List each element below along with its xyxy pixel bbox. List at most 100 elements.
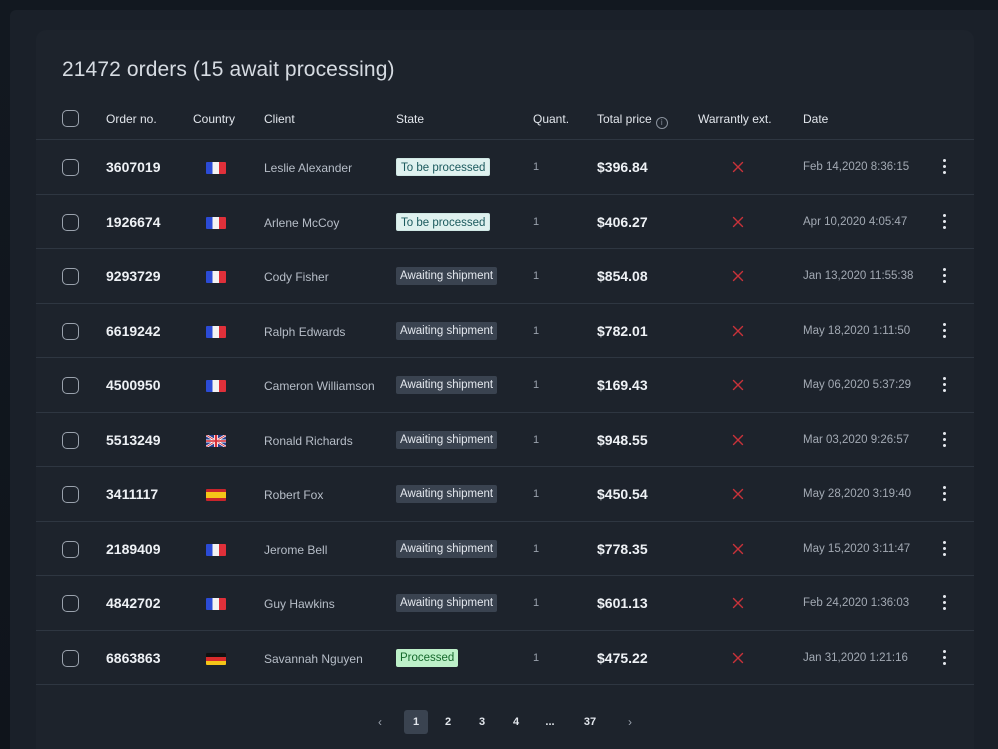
quantity: 1 (533, 324, 540, 337)
row-menu-kebab-icon[interactable] (942, 159, 946, 175)
orders-card: 21472 orders (15 await processing) Order… (36, 30, 974, 749)
x-icon (732, 270, 744, 282)
order-date: Jan 31,2020 1:21:16 (803, 651, 908, 664)
x-icon (732, 488, 744, 500)
row-checkbox[interactable] (62, 431, 79, 449)
row-menu-kebab-icon[interactable] (942, 540, 946, 557)
client-name: Cameron Williamson (264, 379, 375, 393)
row-checkbox[interactable] (62, 595, 79, 612)
pagination-page-4[interactable]: 4 (506, 710, 526, 734)
table-row[interactable]: 3607019 Leslie Alexander To be processed 1 $… (36, 140, 974, 195)
total-price: $406.27 (597, 213, 648, 230)
state-badge: Processed (396, 648, 459, 667)
quantity: 1 (533, 597, 540, 609)
table-row[interactable]: 3411117 Robert Fox Awaiting shipment 1 $450.… (36, 467, 974, 522)
total-price: $948.55 (597, 431, 648, 448)
order-date: May 28,2020 3:19:40 (803, 488, 912, 500)
row-checkbox[interactable] (62, 540, 79, 558)
row-checkbox[interactable] (62, 649, 79, 667)
column-header-warranty[interactable]: Warrantly ext. (698, 112, 772, 126)
select-all-checkbox[interactable] (62, 110, 79, 127)
row-menu-kebab-icon[interactable] (942, 649, 946, 666)
table-row[interactable]: 5513249 Ronald Richards Awaiting shipment 1… (36, 413, 974, 467)
client-name: Guy Hawkins (264, 597, 335, 611)
row-menu-kebab-icon[interactable] (942, 322, 946, 339)
pagination-prev-button[interactable]: ‹ (370, 710, 390, 734)
quantity: 1 (533, 651, 540, 664)
column-header-total-price[interactable]: Total price i (597, 112, 668, 129)
row-menu-kebab-icon[interactable] (942, 268, 946, 284)
order-number: 9293729 (106, 268, 161, 284)
quantity: 1 (533, 379, 540, 391)
table-row[interactable]: 9293729 Cody Fisher Awaiting shipment 1 $854… (36, 249, 974, 304)
row-menu-kebab-icon[interactable] (942, 595, 946, 611)
country-flag-icon (206, 434, 226, 447)
order-date: May 06,2020 5:37:29 (803, 379, 912, 391)
x-icon (732, 161, 744, 173)
quantity: 1 (533, 433, 540, 446)
row-menu-kebab-icon[interactable] (942, 213, 946, 230)
table-row[interactable]: 6863863 Savannah Nguyen Processed 1 $475.22 J… (36, 631, 974, 685)
table-row[interactable]: 2189409 Jerome Bell Awaiting shipment 1 $778… (36, 522, 974, 576)
pagination-page-37[interactable]: 37 (580, 710, 600, 734)
order-date: May 15,2020 3:11:47 (803, 542, 911, 555)
column-header-state[interactable]: State (396, 112, 424, 126)
state-badge: Awaiting shipment (396, 430, 498, 449)
order-number: 3411117 (106, 486, 159, 502)
pagination-page-2[interactable]: 2 (438, 710, 458, 734)
pagination-page-1[interactable]: 1 (404, 710, 428, 734)
state-badge: Awaiting shipment (396, 594, 498, 612)
order-date: Jan 13,2020 11:55:38 (803, 270, 914, 282)
total-price: $601.13 (597, 595, 648, 611)
table-row[interactable]: 4500950 Cameron Williamson Awaiting shipme… (36, 358, 974, 413)
order-number: 4842702 (106, 595, 161, 611)
row-checkbox[interactable] (62, 486, 79, 503)
client-name: Ralph Edwards (264, 324, 346, 339)
quantity: 1 (533, 270, 540, 282)
column-header-country[interactable]: Country (193, 112, 235, 126)
table-row[interactable]: 4842702 Guy Hawkins Awaiting shipment 1 $601… (36, 576, 974, 631)
quantity: 1 (533, 215, 540, 228)
row-menu-kebab-icon[interactable] (942, 431, 946, 448)
total-price: $396.84 (597, 159, 648, 175)
info-icon[interactable]: i (655, 117, 668, 129)
state-badge: Awaiting shipment (396, 321, 498, 340)
country-flag-icon (206, 162, 226, 174)
country-flag-icon (206, 543, 226, 556)
row-checkbox[interactable] (62, 268, 79, 285)
table-row[interactable]: 1926674 Arlene McCoy To be processed 1 $406.… (36, 195, 974, 249)
total-price: $854.08 (597, 268, 648, 284)
row-checkbox[interactable] (62, 322, 79, 340)
row-menu-kebab-icon[interactable] (942, 377, 946, 393)
row-checkbox[interactable] (62, 377, 79, 394)
pagination: ‹ 1 2 3 4 ... 37 › (36, 710, 974, 740)
total-price: $450.54 (597, 486, 648, 502)
pagination-page-3[interactable]: 3 (472, 710, 492, 734)
total-price: $778.35 (597, 540, 648, 557)
state-badge: Awaiting shipment (396, 376, 498, 394)
column-header-total-price-label: Total price (597, 112, 652, 126)
x-icon (732, 216, 744, 227)
state-badge: Awaiting shipment (396, 539, 498, 558)
x-icon (732, 379, 744, 391)
order-date: Mar 03,2020 9:26:57 (803, 433, 910, 446)
column-header-client[interactable]: Client (264, 112, 295, 126)
column-header-date[interactable]: Date (803, 112, 828, 126)
country-flag-icon (206, 380, 226, 392)
total-price: $782.01 (597, 322, 648, 339)
column-header-quant[interactable]: Quant. (533, 112, 569, 126)
x-icon (732, 434, 744, 445)
client-name: Robert Fox (264, 488, 324, 502)
row-checkbox[interactable] (62, 213, 79, 231)
app-background: 21472 orders (15 await processing) Order… (0, 0, 998, 749)
quantity: 1 (533, 161, 540, 173)
row-checkbox[interactable] (62, 159, 79, 176)
client-name: Jerome Bell (264, 542, 328, 557)
table-row[interactable]: 6619242 Ralph Edwards Awaiting shipment 1 $7… (36, 304, 974, 358)
row-menu-kebab-icon[interactable] (942, 486, 946, 502)
quantity: 1 (533, 488, 540, 500)
pagination-next-button[interactable]: › (620, 710, 640, 734)
pagination-ellipsis: ... (545, 716, 555, 728)
column-header-order-no[interactable]: Order no. (106, 112, 157, 126)
order-number: 4500950 (106, 377, 161, 393)
